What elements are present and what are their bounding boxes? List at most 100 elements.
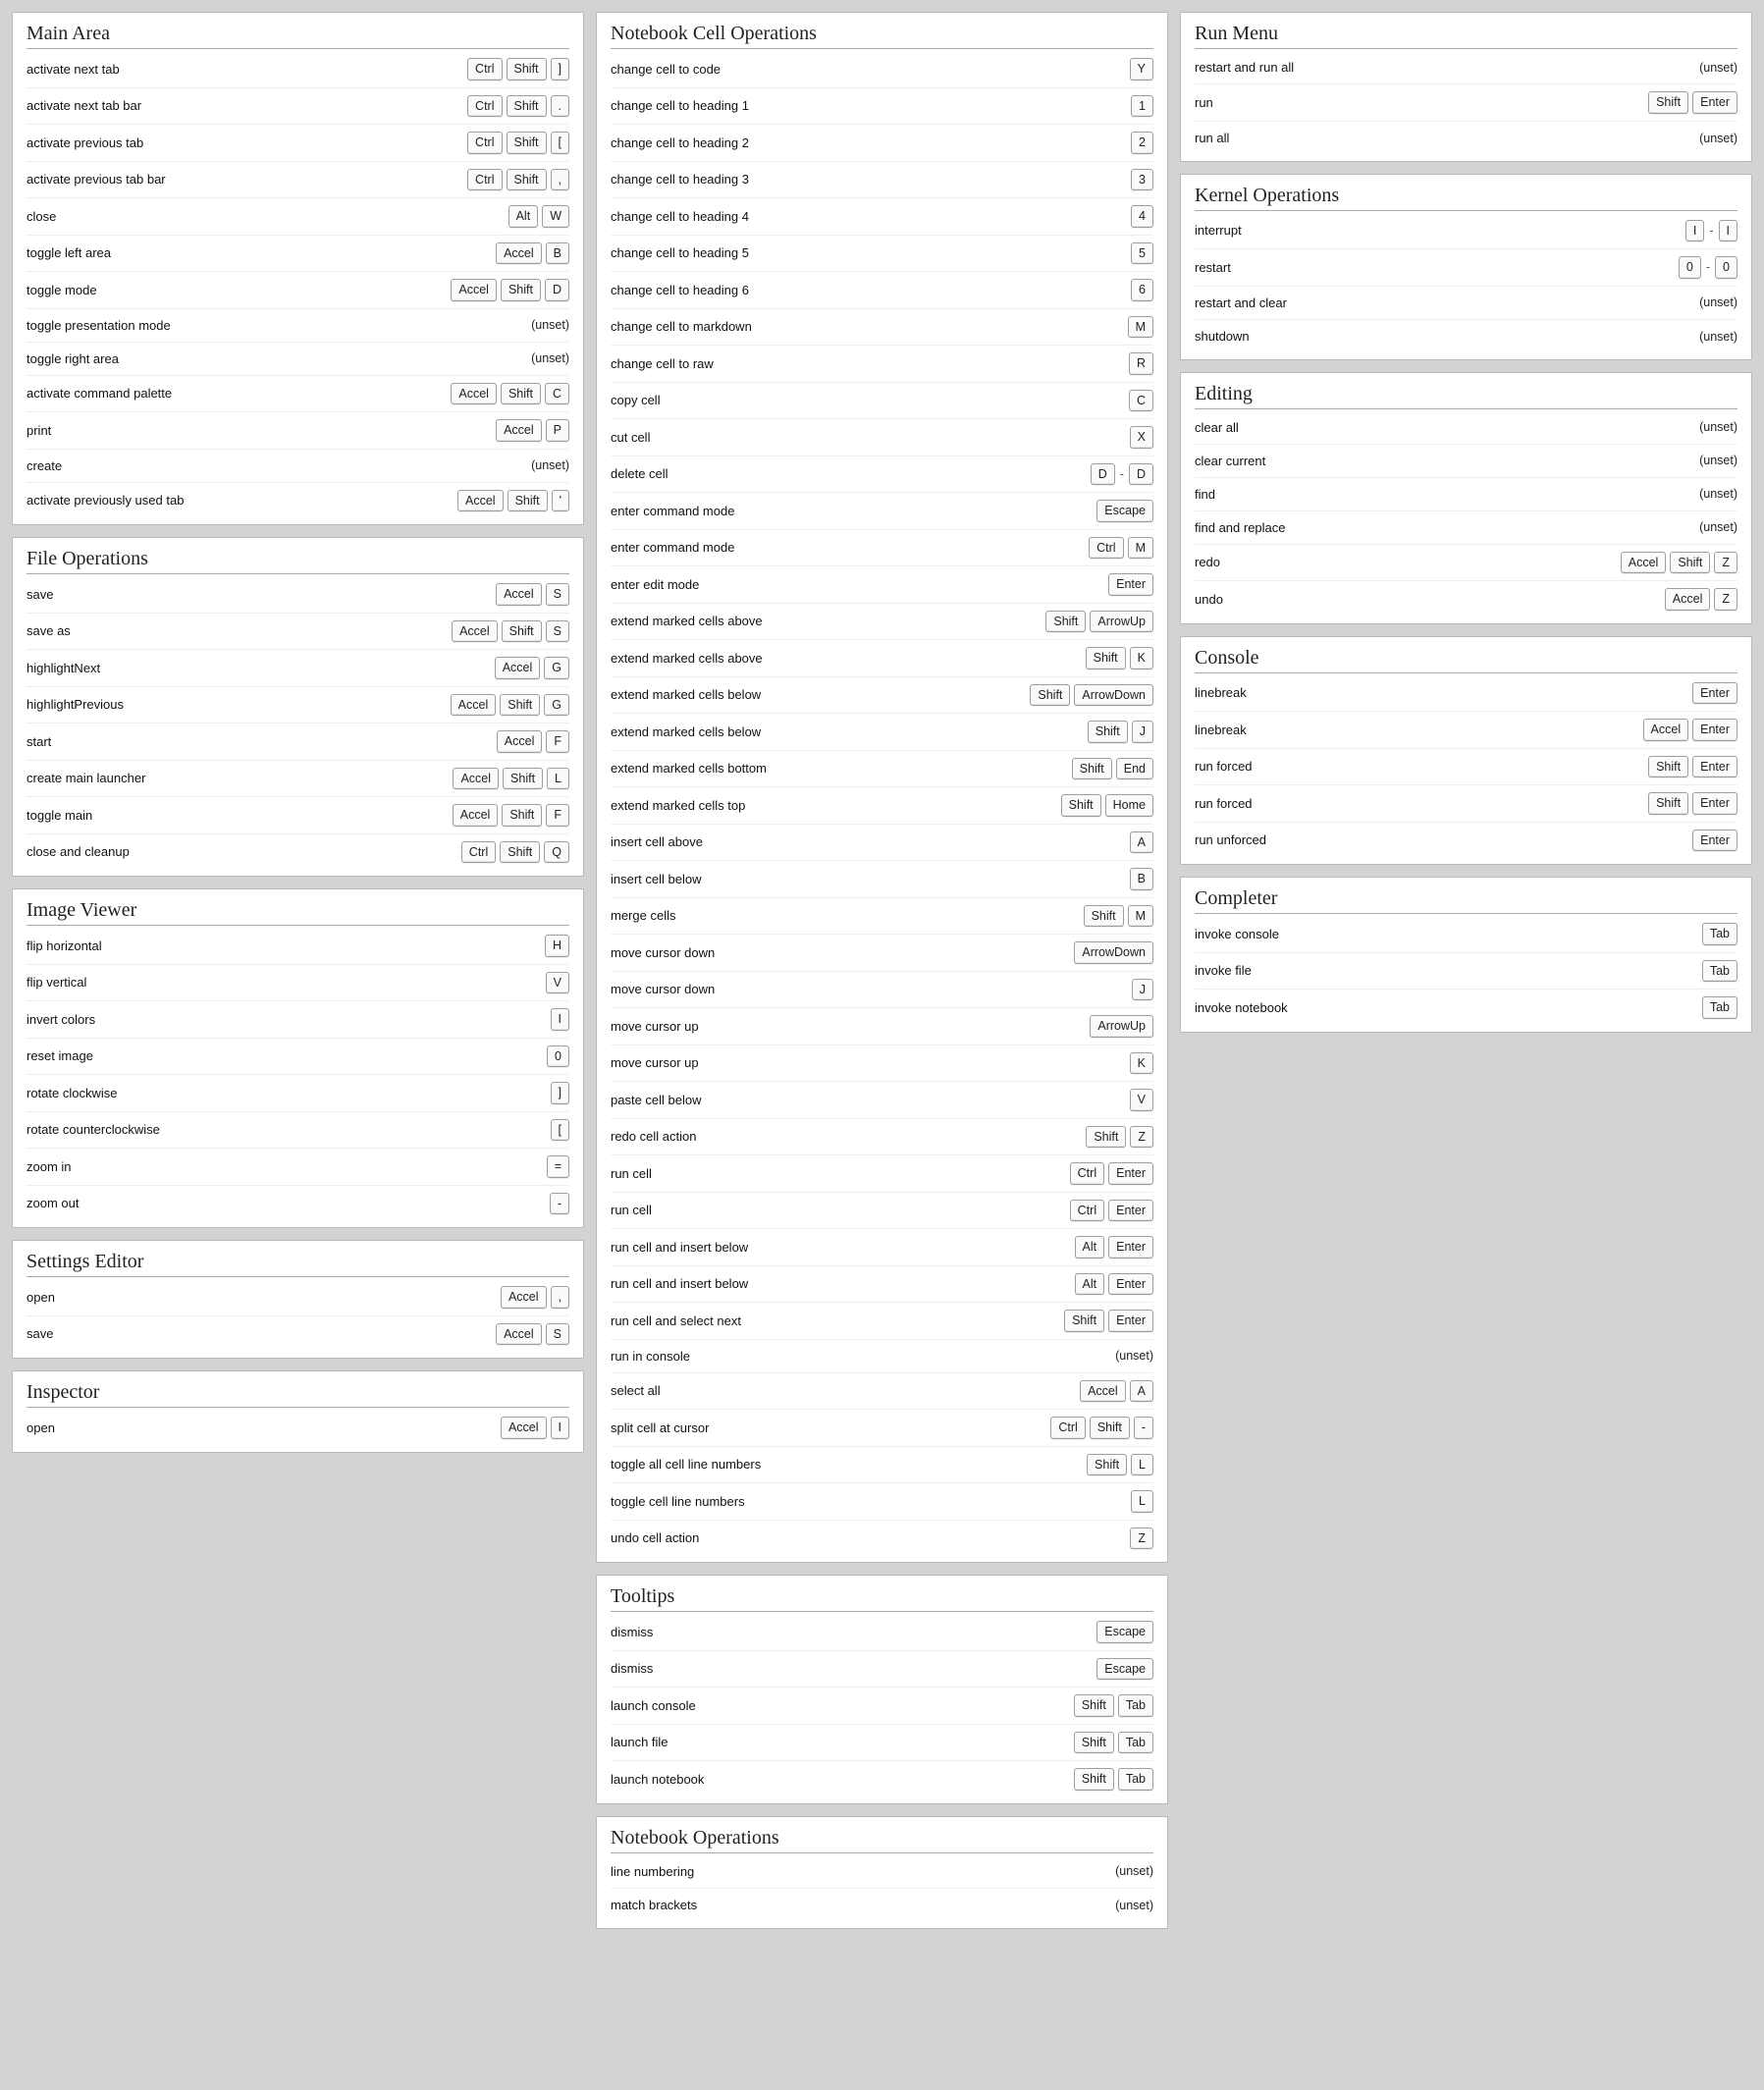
- shortcut-row[interactable]: split cell at cursorCtrlShift-: [611, 1410, 1153, 1447]
- shortcut-keys[interactable]: Enter: [1692, 682, 1737, 705]
- shortcut-row[interactable]: change cell to heading 22: [611, 125, 1153, 162]
- shortcut-keys[interactable]: CtrlEnter: [1070, 1162, 1153, 1185]
- shortcut-row[interactable]: enter edit modeEnter: [611, 566, 1153, 604]
- shortcut-keys[interactable]: ShiftM: [1084, 905, 1153, 928]
- shortcut-keys[interactable]: ShiftTab: [1074, 1732, 1153, 1754]
- shortcut-row[interactable]: extend marked cells topShiftHome: [611, 787, 1153, 825]
- shortcut-row[interactable]: toggle all cell line numbersShiftL: [611, 1447, 1153, 1484]
- shortcut-keys[interactable]: [: [551, 1119, 569, 1142]
- shortcut-keys[interactable]: (unset): [1699, 454, 1737, 467]
- shortcut-row[interactable]: move cursor upArrowUp: [611, 1008, 1153, 1045]
- shortcut-row[interactable]: match brackets(unset): [611, 1889, 1153, 1922]
- shortcut-keys[interactable]: C: [1129, 390, 1153, 412]
- shortcut-keys[interactable]: CtrlM: [1089, 537, 1153, 560]
- shortcut-keys[interactable]: (unset): [1115, 1349, 1153, 1363]
- shortcut-keys[interactable]: (unset): [1699, 295, 1737, 309]
- shortcut-keys[interactable]: B: [1130, 868, 1153, 890]
- shortcut-keys[interactable]: AccelS: [496, 1323, 569, 1346]
- shortcut-row[interactable]: run cellCtrlEnter: [611, 1193, 1153, 1230]
- shortcut-row[interactable]: saveAccelS: [27, 576, 569, 614]
- shortcut-row[interactable]: find and replace(unset): [1195, 511, 1737, 545]
- shortcut-row[interactable]: line numbering(unset): [611, 1855, 1153, 1889]
- shortcut-row[interactable]: run forcedShiftEnter: [1195, 785, 1737, 823]
- shortcut-row[interactable]: undo cell actionZ: [611, 1521, 1153, 1557]
- shortcut-keys[interactable]: ShiftEnter: [1064, 1310, 1153, 1332]
- shortcut-row[interactable]: reset image0: [27, 1039, 569, 1076]
- shortcut-row[interactable]: invoke consoleTab: [1195, 916, 1737, 953]
- shortcut-keys[interactable]: CtrlShift.: [467, 95, 569, 118]
- shortcut-keys[interactable]: ShiftTab: [1074, 1694, 1153, 1717]
- shortcut-row[interactable]: printAccelP: [27, 412, 569, 450]
- shortcut-row[interactable]: flip verticalV: [27, 965, 569, 1002]
- shortcut-keys[interactable]: Tab: [1702, 923, 1737, 945]
- shortcut-keys[interactable]: (unset): [1699, 487, 1737, 501]
- shortcut-row[interactable]: toggle left areaAccelB: [27, 236, 569, 273]
- shortcut-row[interactable]: openAccelI: [27, 1410, 569, 1446]
- shortcut-keys[interactable]: 5: [1131, 242, 1153, 265]
- shortcut-row[interactable]: change cell to heading 11: [611, 88, 1153, 126]
- shortcut-keys[interactable]: CtrlShiftQ: [461, 841, 569, 864]
- shortcut-row[interactable]: delete cellD-D: [611, 456, 1153, 494]
- shortcut-row[interactable]: move cursor downJ: [611, 972, 1153, 1009]
- shortcut-row[interactable]: insert cell aboveA: [611, 825, 1153, 862]
- shortcut-row[interactable]: select allAccelA: [611, 1373, 1153, 1411]
- shortcut-keys[interactable]: (unset): [531, 351, 569, 365]
- shortcut-keys[interactable]: AccelShiftG: [451, 694, 569, 717]
- shortcut-row[interactable]: invert colorsI: [27, 1001, 569, 1039]
- shortcut-row[interactable]: flip horizontalH: [27, 928, 569, 965]
- shortcut-keys[interactable]: AccelB: [496, 242, 569, 265]
- shortcut-row[interactable]: activate previously used tabAccelShift': [27, 483, 569, 519]
- shortcut-row[interactable]: create main launcherAccelShiftL: [27, 761, 569, 798]
- shortcut-row[interactable]: shutdown(unset): [1195, 320, 1737, 353]
- shortcut-row[interactable]: copy cellC: [611, 383, 1153, 420]
- shortcut-row[interactable]: saveAccelS: [27, 1316, 569, 1353]
- shortcut-row[interactable]: toggle modeAccelShiftD: [27, 272, 569, 309]
- shortcut-row[interactable]: linebreakAccelEnter: [1195, 712, 1737, 749]
- shortcut-row[interactable]: launch fileShiftTab: [611, 1725, 1153, 1762]
- shortcut-keys[interactable]: M: [1128, 316, 1153, 339]
- shortcut-keys[interactable]: AccelF: [497, 730, 569, 753]
- shortcut-row[interactable]: toggle mainAccelShiftF: [27, 797, 569, 834]
- shortcut-keys[interactable]: Enter: [1108, 573, 1153, 596]
- shortcut-row[interactable]: rotate counterclockwise[: [27, 1112, 569, 1150]
- shortcut-row[interactable]: linebreakEnter: [1195, 675, 1737, 713]
- shortcut-row[interactable]: run cell and select nextShiftEnter: [611, 1303, 1153, 1340]
- shortcut-keys[interactable]: I-I: [1685, 220, 1737, 242]
- shortcut-keys[interactable]: (unset): [1115, 1899, 1153, 1912]
- shortcut-keys[interactable]: (unset): [1699, 330, 1737, 344]
- shortcut-keys[interactable]: AccelShiftZ: [1621, 552, 1737, 574]
- shortcut-row[interactable]: dismissEscape: [611, 1614, 1153, 1651]
- shortcut-row[interactable]: closeAltW: [27, 198, 569, 236]
- shortcut-row[interactable]: redo cell actionShiftZ: [611, 1119, 1153, 1156]
- shortcut-row[interactable]: dismissEscape: [611, 1651, 1153, 1688]
- shortcut-row[interactable]: rotate clockwise]: [27, 1075, 569, 1112]
- shortcut-row[interactable]: activate command paletteAccelShiftC: [27, 376, 569, 413]
- shortcut-keys[interactable]: CtrlShift]: [467, 58, 569, 80]
- shortcut-row[interactable]: close and cleanupCtrlShiftQ: [27, 834, 569, 871]
- shortcut-row[interactable]: zoom in=: [27, 1149, 569, 1186]
- shortcut-keys[interactable]: AltEnter: [1075, 1236, 1153, 1259]
- shortcut-keys[interactable]: CtrlShift[: [467, 132, 569, 154]
- shortcut-row[interactable]: change cell to rawR: [611, 346, 1153, 383]
- shortcut-row[interactable]: launch consoleShiftTab: [611, 1688, 1153, 1725]
- shortcut-keys[interactable]: ArrowUp: [1090, 1015, 1153, 1038]
- shortcut-row[interactable]: openAccel,: [27, 1279, 569, 1316]
- shortcut-row[interactable]: undoAccelZ: [1195, 581, 1737, 617]
- shortcut-row[interactable]: cut cellX: [611, 419, 1153, 456]
- shortcut-keys[interactable]: AltEnter: [1075, 1273, 1153, 1296]
- shortcut-keys[interactable]: V: [1130, 1089, 1153, 1111]
- shortcut-keys[interactable]: (unset): [1699, 61, 1737, 75]
- shortcut-keys[interactable]: AccelShiftS: [452, 620, 569, 643]
- shortcut-keys[interactable]: -: [550, 1193, 569, 1215]
- shortcut-row[interactable]: change cell to heading 44: [611, 198, 1153, 236]
- shortcut-row[interactable]: launch notebookShiftTab: [611, 1761, 1153, 1797]
- shortcut-keys[interactable]: I: [551, 1008, 569, 1031]
- shortcut-row[interactable]: run all(unset): [1195, 122, 1737, 155]
- shortcut-row[interactable]: extend marked cells aboveShiftArrowUp: [611, 604, 1153, 641]
- shortcut-keys[interactable]: Tab: [1702, 960, 1737, 983]
- shortcut-row[interactable]: extend marked cells belowShiftJ: [611, 714, 1153, 751]
- shortcut-keys[interactable]: Accel,: [501, 1286, 569, 1309]
- shortcut-keys[interactable]: Escape: [1096, 500, 1153, 522]
- shortcut-keys[interactable]: Z: [1130, 1527, 1153, 1550]
- shortcut-row[interactable]: move cursor upK: [611, 1045, 1153, 1083]
